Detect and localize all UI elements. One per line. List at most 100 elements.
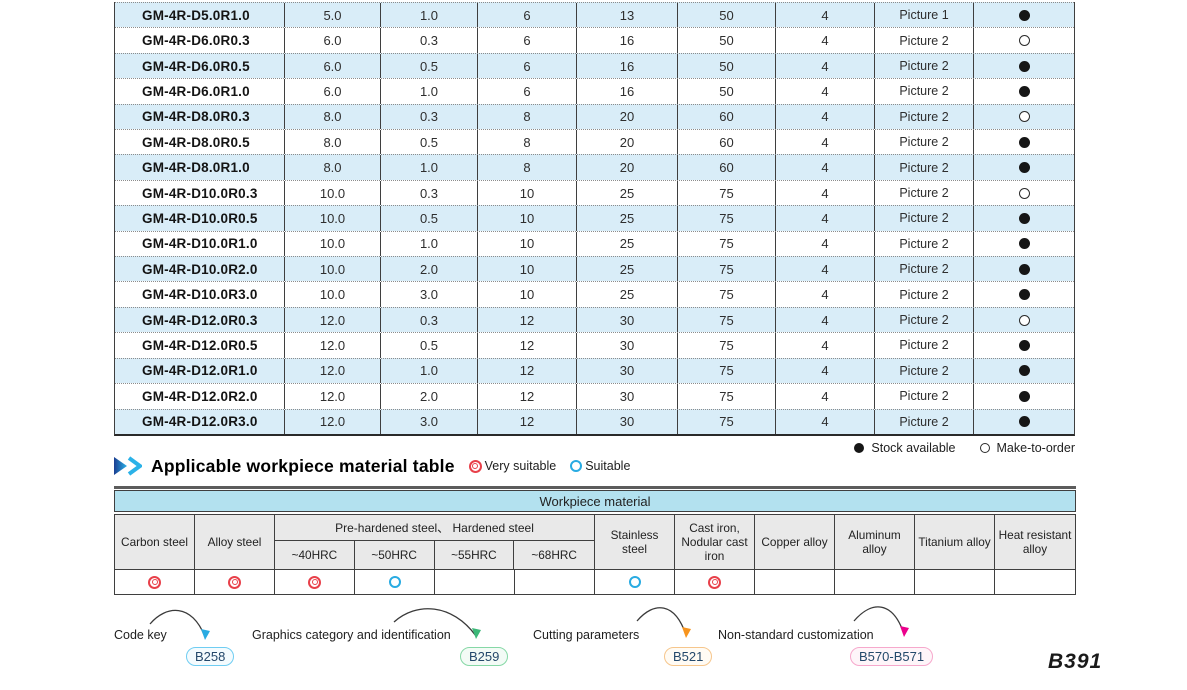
stock-available-icon	[1019, 340, 1030, 351]
col-titanium-alloy: Titanium alloy	[915, 515, 995, 569]
dimension-value: 4	[776, 257, 875, 281]
suitable-icon	[570, 460, 582, 472]
workpiece-material-table: Workpiece material Carbon steel Alloy st…	[114, 486, 1076, 595]
part-number: GM-4R-D12.0R1.0	[115, 359, 285, 383]
stock-cell	[974, 384, 1074, 408]
annotation-label: Cutting parameters	[533, 628, 639, 642]
reference-badge[interactable]: B259	[460, 647, 508, 666]
part-number: GM-4R-D5.0R1.0	[115, 3, 285, 27]
dimension-value: 20	[577, 155, 678, 179]
suitability-cell	[755, 570, 835, 594]
stock-cell	[974, 359, 1074, 383]
dimension-value: 50	[678, 28, 776, 52]
table-row: GM-4R-D12.0R0.512.00.51230754Picture 2	[115, 332, 1074, 357]
table-row: GM-4R-D10.0R2.010.02.01025754Picture 2	[115, 256, 1074, 281]
dimension-value: 4	[776, 79, 875, 103]
workpiece-suitability-row	[114, 569, 1076, 595]
picture-ref: Picture 1	[875, 3, 974, 27]
very-suitable-label: Very suitable	[485, 459, 557, 473]
stock-cell	[974, 333, 1074, 357]
picture-ref: Picture 2	[875, 384, 974, 408]
dimension-value: 8.0	[285, 130, 381, 154]
dimension-value: 12	[478, 410, 577, 434]
annotation-label: Graphics category and identification	[252, 628, 451, 642]
very-suitable-icon	[469, 460, 482, 473]
part-number: GM-4R-D8.0R1.0	[115, 155, 285, 179]
arrowhead-icon	[900, 626, 909, 637]
dimension-value: 3.0	[381, 410, 478, 434]
stock-cell	[974, 105, 1074, 129]
stock-available-icon	[1019, 238, 1030, 249]
dimension-value: 75	[678, 282, 776, 306]
stock-cell	[974, 232, 1074, 256]
dimension-value: 12.0	[285, 384, 381, 408]
dimension-value: 75	[678, 181, 776, 205]
part-number: GM-4R-D8.0R0.3	[115, 105, 285, 129]
workpiece-table-title: Workpiece material	[114, 490, 1076, 512]
dimension-value: 10.0	[285, 181, 381, 205]
reference-badge[interactable]: B521	[664, 647, 712, 666]
dimension-value: 25	[577, 206, 678, 230]
dimension-value: 75	[678, 232, 776, 256]
part-number: GM-4R-D10.0R2.0	[115, 257, 285, 281]
dimension-value: 1.0	[381, 155, 478, 179]
dimension-value: 16	[577, 54, 678, 78]
picture-ref: Picture 2	[875, 232, 974, 256]
picture-ref: Picture 2	[875, 257, 974, 281]
col-68hrc: ~68HRC	[514, 541, 594, 569]
dimension-value: 16	[577, 28, 678, 52]
table-row: GM-4R-D6.0R0.56.00.5616504Picture 2	[115, 53, 1074, 78]
table-row: GM-4R-D8.0R0.38.00.3820604Picture 2	[115, 104, 1074, 129]
dimension-value: 12.0	[285, 308, 381, 332]
suitability-cell	[355, 570, 435, 594]
table-row: GM-4R-D6.0R1.06.01.0616504Picture 2	[115, 78, 1074, 103]
picture-ref: Picture 2	[875, 282, 974, 306]
col-group-hardened-steel: Pre-hardened steel、 Hardened steel ~40HR…	[275, 515, 595, 569]
dimension-value: 30	[577, 410, 678, 434]
dimension-value: 30	[577, 333, 678, 357]
stock-available-icon	[1019, 86, 1030, 97]
suitability-cell	[835, 570, 915, 594]
dimension-value: 12	[478, 333, 577, 357]
arrowhead-icon	[472, 628, 481, 639]
picture-ref: Picture 2	[875, 308, 974, 332]
dimension-value: 4	[776, 3, 875, 27]
picture-ref: Picture 2	[875, 28, 974, 52]
stock-available-label: Stock available	[871, 441, 955, 455]
dimension-value: 6.0	[285, 79, 381, 103]
dimension-value: 4	[776, 308, 875, 332]
dimension-value: 60	[678, 105, 776, 129]
picture-ref: Picture 2	[875, 359, 974, 383]
make-to-order-icon	[980, 443, 990, 453]
dimension-value: 30	[577, 384, 678, 408]
col-stainless-steel: Stainless steel	[595, 515, 675, 569]
dimension-value: 75	[678, 333, 776, 357]
picture-ref: Picture 2	[875, 130, 974, 154]
stock-available-icon	[1019, 264, 1030, 275]
reference-badge[interactable]: B570-B571	[850, 647, 933, 666]
stock-cell	[974, 308, 1074, 332]
suitability-cell	[675, 570, 755, 594]
dimension-value: 4	[776, 54, 875, 78]
picture-ref: Picture 2	[875, 105, 974, 129]
dimension-value: 2.0	[381, 384, 478, 408]
dimension-value: 30	[577, 359, 678, 383]
dimension-value: 6	[478, 3, 577, 27]
picture-ref: Picture 2	[875, 206, 974, 230]
col-copper-alloy: Copper alloy	[755, 515, 835, 569]
picture-ref: Picture 2	[875, 181, 974, 205]
stock-cell	[974, 181, 1074, 205]
dimension-value: 4	[776, 130, 875, 154]
stock-available-icon	[1019, 61, 1030, 72]
suitability-cell	[595, 570, 675, 594]
table-row: GM-4R-D6.0R0.36.00.3616504Picture 2	[115, 27, 1074, 52]
section-title: Applicable workpiece material table	[151, 456, 455, 477]
stock-cell	[974, 206, 1074, 230]
table-row: GM-4R-D10.0R0.310.00.31025754Picture 2	[115, 180, 1074, 205]
part-number: GM-4R-D6.0R1.0	[115, 79, 285, 103]
dimension-value: 16	[577, 79, 678, 103]
reference-badge[interactable]: B258	[186, 647, 234, 666]
part-number: GM-4R-D12.0R2.0	[115, 384, 285, 408]
table-row: GM-4R-D8.0R0.58.00.5820604Picture 2	[115, 129, 1074, 154]
make-to-order-icon	[1019, 111, 1030, 122]
